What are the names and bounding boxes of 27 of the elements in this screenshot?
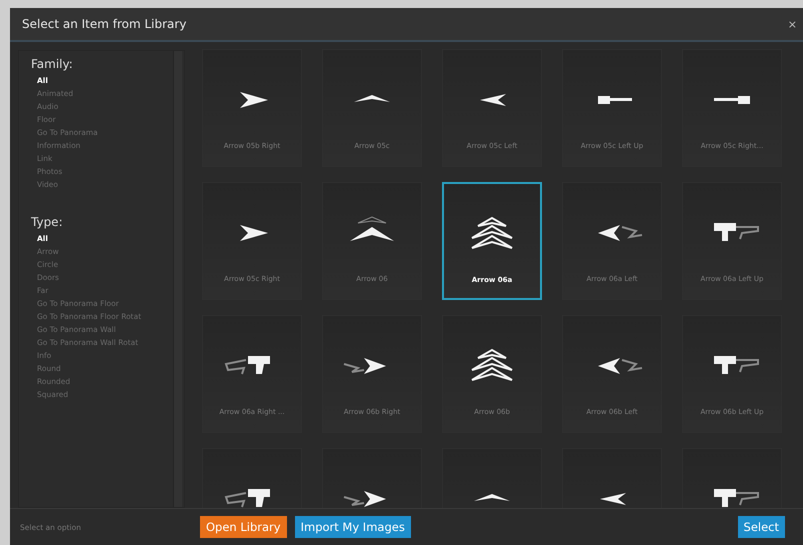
chevron-icon	[474, 494, 510, 501]
select-button[interactable]: Select	[738, 516, 785, 538]
chevron-right-icon	[240, 92, 268, 108]
filter-heading: Type:	[31, 215, 64, 229]
chevron-trail-icon	[344, 491, 386, 507]
chevron-up-icon	[350, 216, 394, 241]
block-arrow-icon	[714, 223, 759, 241]
chevron-right-icon	[240, 225, 268, 241]
filter-heading: Family:	[31, 57, 74, 71]
chevron-trail-icon	[598, 358, 642, 374]
close-button[interactable]: ×	[788, 18, 797, 30]
block-arrow-icon	[224, 489, 270, 508]
bar-arrow-icon	[714, 96, 750, 104]
chevron-left-icon	[480, 94, 506, 106]
block-arrow-icon	[714, 489, 759, 507]
window-title: Select an Item from Library	[22, 17, 186, 31]
chevron-left-icon	[600, 493, 626, 505]
bar-arrow-icon	[598, 96, 632, 104]
double-chevron-icon	[471, 348, 513, 381]
open-library-button[interactable]: Open Library	[200, 516, 287, 538]
double-chevron-icon	[471, 216, 513, 249]
block-arrow-icon	[224, 356, 270, 374]
chevron-trail-icon	[344, 358, 386, 374]
block-arrow-icon	[714, 356, 759, 374]
chevron-icon	[354, 95, 390, 102]
chevron-trail-icon	[598, 225, 642, 241]
import-button[interactable]: Import My Images	[294, 516, 411, 538]
